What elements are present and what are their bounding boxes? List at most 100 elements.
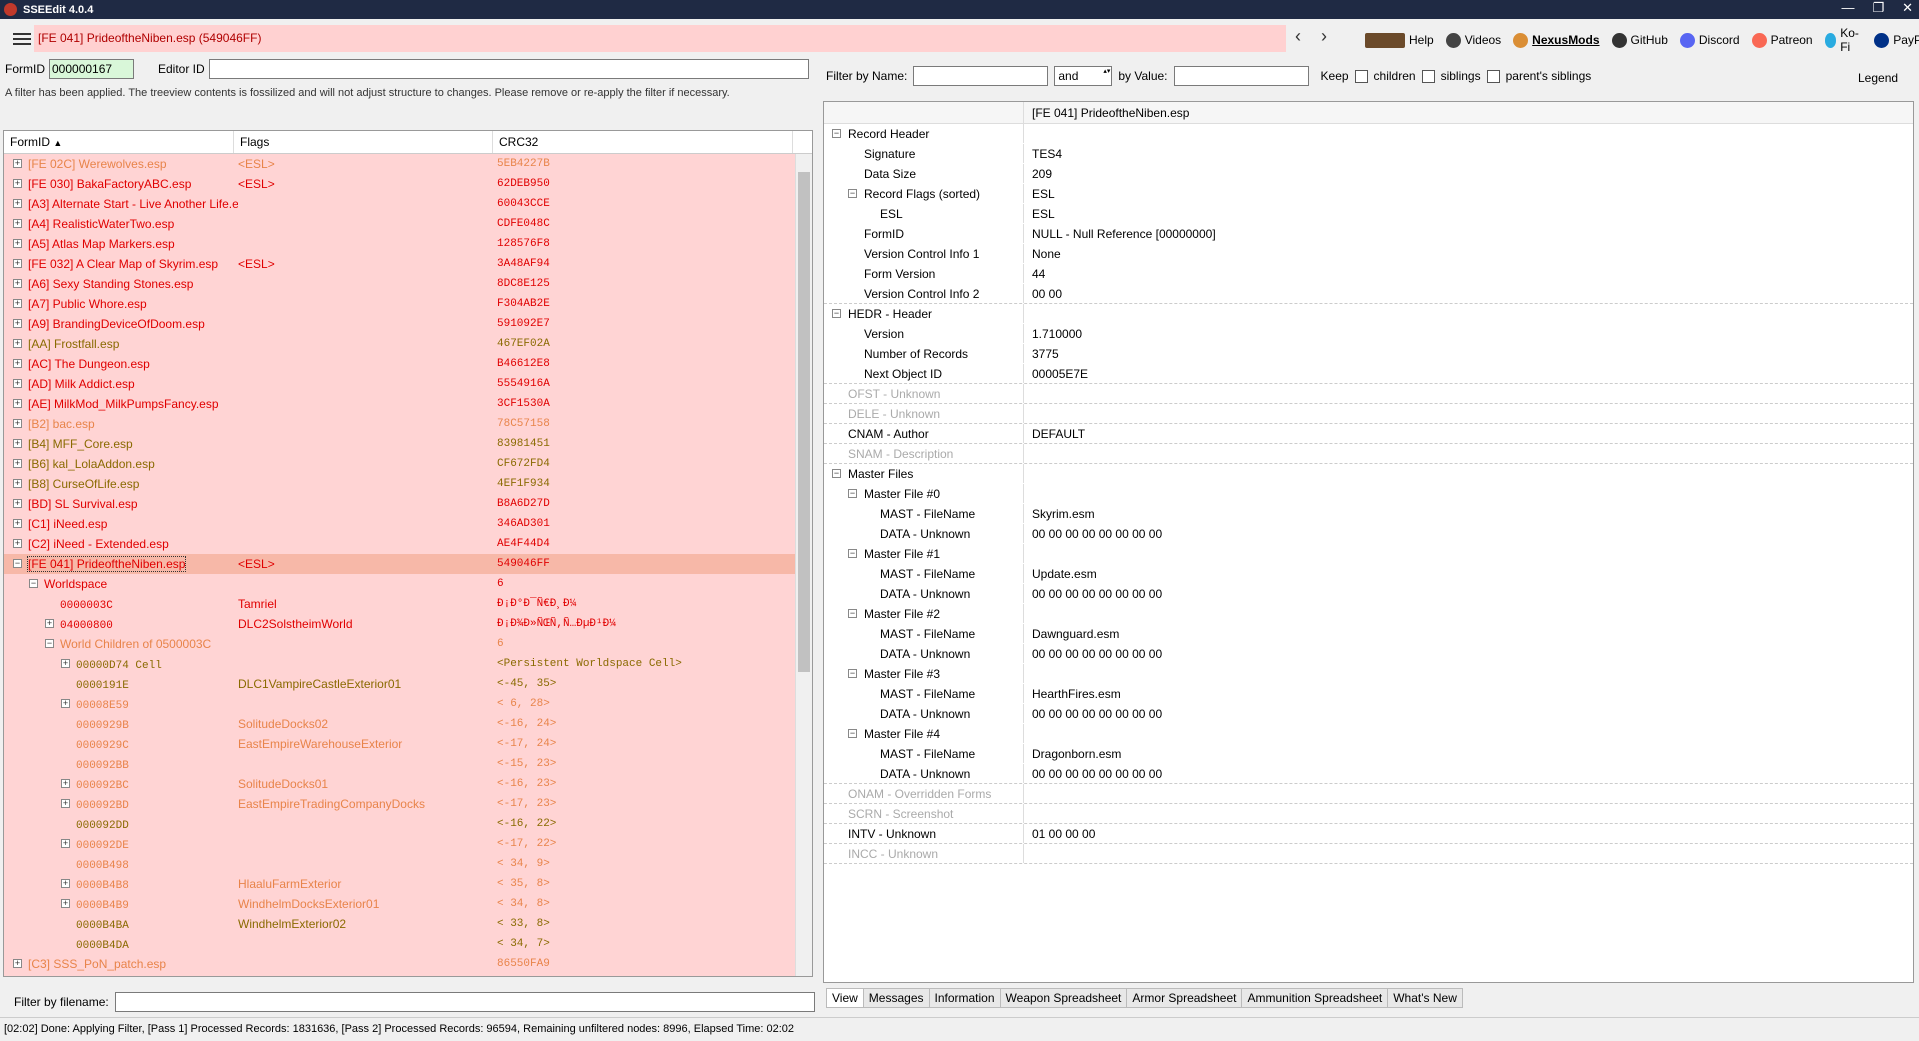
col-flags[interactable]: Flags — [234, 131, 493, 153]
tree-row[interactable]: 000092DD <-16, 22> — [4, 814, 812, 834]
tab-messages[interactable]: Messages — [863, 988, 930, 1008]
tree-row[interactable]: + [FE 02C] Werewolves.esp <ESL> 5EB4227B — [4, 154, 812, 174]
link-help[interactable]: Help — [1365, 32, 1434, 48]
expand-icon[interactable]: + — [61, 659, 70, 668]
tree-row[interactable]: + [AA] Frostfall.esp 467EF02A — [4, 334, 812, 354]
tree-row[interactable]: + [A3] Alternate Start - Live Another Lif… — [4, 194, 812, 214]
back-button[interactable]: ‹ — [1295, 26, 1301, 47]
expand-icon[interactable]: + — [45, 619, 54, 628]
link-videos[interactable]: Videos — [1445, 32, 1501, 48]
grid-row[interactable]: SCRN - Screenshot — [824, 804, 1913, 824]
expand-icon[interactable]: + — [13, 399, 22, 408]
link-nexusmods[interactable]: NexusMods — [1513, 32, 1600, 48]
tree-row[interactable]: + [B8] CurseOfLife.esp 4EF1F934 — [4, 474, 812, 494]
collapse-icon[interactable]: − — [848, 489, 857, 498]
operator-select[interactable]: and — [1054, 66, 1113, 86]
expand-icon[interactable]: + — [61, 839, 70, 848]
collapse-icon[interactable]: − — [848, 669, 857, 678]
expand-icon[interactable]: + — [13, 359, 22, 368]
grid-row[interactable]: Next Object ID 00005E7E — [824, 364, 1913, 384]
grid-row[interactable]: DELE - Unknown — [824, 404, 1913, 424]
tree-row[interactable]: +000092BD EastEmpireTradingCompanyDocks <-… — [4, 794, 812, 814]
tab-what-s-new[interactable]: What's New — [1388, 988, 1463, 1008]
tree-row[interactable]: + [C2] iNeed - Extended.esp AE4F44D4 — [4, 534, 812, 554]
expand-icon[interactable]: + — [61, 899, 70, 908]
grid-row[interactable]: DATA - Unknown 00 00 00 00 00 00 00 00 — [824, 524, 1913, 544]
grid-row[interactable]: − Record Header — [824, 124, 1913, 144]
grid-row[interactable]: MAST - FileName Dawnguard.esm — [824, 624, 1913, 644]
grid-row[interactable]: − Master File #0 — [824, 484, 1913, 504]
grid-row[interactable]: − HEDR - Header — [824, 304, 1913, 324]
tree-row[interactable]: + [A6] Sexy Standing Stones.esp 8DC8E125 — [4, 274, 812, 294]
tree-row[interactable]: + [B2] bac.esp 78C57158 — [4, 414, 812, 434]
expand-icon[interactable]: + — [13, 279, 22, 288]
col-formid[interactable]: FormID ▲ — [4, 131, 234, 153]
grid-row[interactable]: − Master File #4 — [824, 724, 1913, 744]
expand-icon[interactable]: + — [61, 779, 70, 788]
expand-icon[interactable]: + — [13, 379, 22, 388]
tree-scrollbar[interactable] — [795, 154, 812, 976]
grid-row[interactable]: ONAM - Overridden Forms — [824, 784, 1913, 804]
expand-icon[interactable]: + — [13, 419, 22, 428]
tab-armor-spreadsheet[interactable]: Armor Spreadsheet — [1127, 988, 1243, 1008]
tree-row[interactable]: − [FE 041] PrideoftheNiben.esp <ESL> 549046… — [4, 554, 812, 574]
tree-row[interactable]: + [AD] Milk Addict.esp 5554916A — [4, 374, 812, 394]
tab-ammunition-spreadsheet[interactable]: Ammunition Spreadsheet — [1242, 988, 1389, 1008]
grid-row[interactable]: Version Control Info 2 00 00 — [824, 284, 1913, 304]
legend-button[interactable]: Legend — [1858, 71, 1898, 85]
grid-row[interactable]: Version Control Info 1 None — [824, 244, 1913, 264]
grid-row[interactable]: − Master File #3 — [824, 664, 1913, 684]
tree-row[interactable]: 0000929C EastEmpireWarehouseExterior <-17,… — [4, 734, 812, 754]
tree-row[interactable]: + [A4] RealisticWaterTwo.esp CDFE048C — [4, 214, 812, 234]
collapse-icon[interactable]: − — [13, 559, 22, 568]
grid-row[interactable]: ESL ESL — [824, 204, 1913, 224]
grid-row[interactable]: Form Version 44 — [824, 264, 1913, 284]
grid-row[interactable]: − Record Flags (sorted) ESL — [824, 184, 1913, 204]
grid-row[interactable]: Signature TES4 — [824, 144, 1913, 164]
expand-icon[interactable]: + — [13, 319, 22, 328]
tree-row[interactable]: +00000D74 Cell <Persistent Worldspace Cel… — [4, 654, 812, 674]
expand-icon[interactable]: + — [61, 799, 70, 808]
expand-icon[interactable]: + — [13, 259, 22, 268]
collapse-icon[interactable]: − — [848, 549, 857, 558]
record-tree[interactable]: FormID ▲ Flags CRC32 + [FE 02C] Werewolve… — [3, 130, 813, 977]
filter-value-input[interactable] — [1173, 66, 1309, 86]
tree-row[interactable]: +000092BC SolitudeDocks01 <-16, 23> — [4, 774, 812, 794]
expand-icon[interactable]: + — [13, 199, 22, 208]
grid-row[interactable]: Data Size 209 — [824, 164, 1913, 184]
tree-row[interactable]: +00008E59 < 6, 28> — [4, 694, 812, 714]
children-checkbox[interactable] — [1354, 69, 1368, 83]
parents-siblings-checkbox[interactable] — [1486, 69, 1500, 83]
expand-icon[interactable]: + — [13, 499, 22, 508]
grid-row[interactable]: DATA - Unknown 00 00 00 00 00 00 00 00 — [824, 584, 1913, 604]
siblings-checkbox[interactable] — [1421, 69, 1435, 83]
collapse-icon[interactable]: − — [848, 729, 857, 738]
record-view-grid[interactable]: [FE 041] PrideoftheNiben.esp − Record Hea… — [823, 101, 1914, 983]
grid-row[interactable]: FormID NULL - Null Reference [00000000] — [824, 224, 1913, 244]
grid-row[interactable]: INTV - Unknown 01 00 00 00 — [824, 824, 1913, 844]
expand-icon[interactable]: + — [13, 219, 22, 228]
expand-icon[interactable]: + — [13, 439, 22, 448]
tree-row[interactable]: 0000929B SolitudeDocks02 <-16, 24> — [4, 714, 812, 734]
tab-weapon-spreadsheet[interactable]: Weapon Spreadsheet — [1000, 988, 1128, 1008]
tree-row[interactable]: + [A7] Public Whore.esp F304AB2E — [4, 294, 812, 314]
collapse-icon[interactable]: − — [832, 469, 841, 478]
expand-icon[interactable]: + — [13, 959, 22, 968]
tree-row[interactable]: 0000B4BA WindhelmExterior02 < 33, 8> — [4, 914, 812, 934]
tree-row[interactable]: + [A5] Atlas Map Markers.esp 128576F8 — [4, 234, 812, 254]
expand-icon[interactable]: + — [13, 239, 22, 248]
expand-icon[interactable]: + — [13, 179, 22, 188]
link-github[interactable]: GitHub — [1611, 32, 1668, 48]
tree-row[interactable]: + [AE] MilkMod_MilkPumpsFancy.esp 3CF1530A — [4, 394, 812, 414]
expand-icon[interactable]: + — [13, 539, 22, 548]
close-button[interactable]: ✕ — [1902, 0, 1913, 16]
tree-row[interactable]: +04000800 DLC2SolstheimWorld Đ¡Đ¾Đ»ÑŒÑ,Ñ…Đ… — [4, 614, 812, 634]
tree-row[interactable]: 0000191E DLC1VampireCastleExterior01 <-45,… — [4, 674, 812, 694]
grid-row[interactable]: − Master File #2 — [824, 604, 1913, 624]
grid-row[interactable]: MAST - FileName Dragonborn.esm — [824, 744, 1913, 764]
tree-row[interactable]: + [C3] SSS_PoN_patch.esp 86550FA9 — [4, 954, 812, 974]
grid-row[interactable]: DATA - Unknown 00 00 00 00 00 00 00 00 — [824, 644, 1913, 664]
tree-row[interactable]: 000092BB <-15, 23> — [4, 754, 812, 774]
grid-row[interactable]: − Master Files — [824, 464, 1913, 484]
grid-row[interactable]: Version 1.710000 — [824, 324, 1913, 344]
